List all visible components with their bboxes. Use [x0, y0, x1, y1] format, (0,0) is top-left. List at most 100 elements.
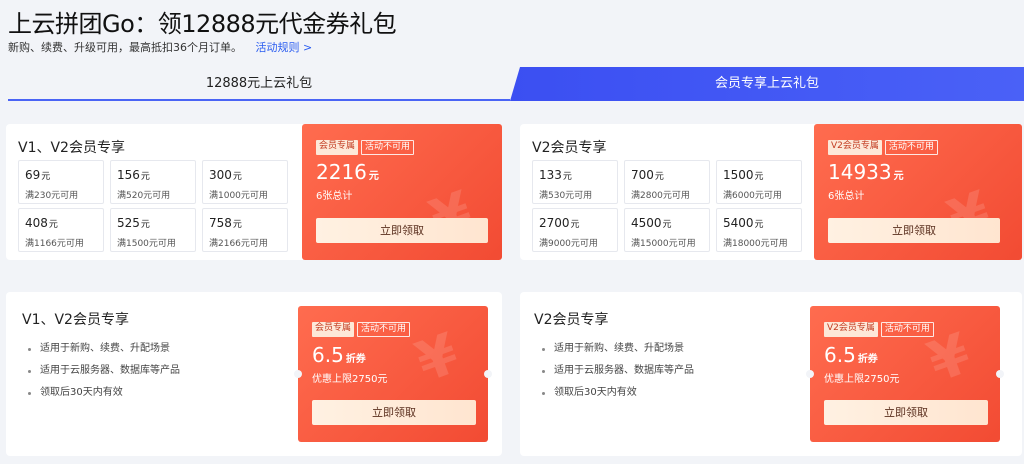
- coupon-unit: 元: [754, 220, 764, 230]
- card-heading: V1、V2会员专享: [18, 140, 125, 156]
- benefit-item: 适用于云服务器、数据库等产品: [540, 360, 694, 382]
- subtitle-text: 新购、续费、升级可用，最高抵扣36个月订单。: [8, 41, 242, 54]
- coupon-amount: 156: [117, 168, 140, 182]
- coupon-grid: 69元 满230元可用 156元 满520元可用 300元 满1000元可用 408元…: [18, 160, 288, 252]
- claim-button[interactable]: 立即领取: [824, 400, 988, 425]
- member-exclusive-tag: 会员专属: [312, 322, 355, 337]
- coupon-amount: 5400: [723, 216, 754, 230]
- coupon-condition: 满1000元可用: [209, 191, 268, 201]
- discount-card-v1v2: V1、V2会员专享 适用于新购、续费、升配场景 适用于云服务器、数据库等产品 领…: [6, 292, 502, 456]
- benefit-item: 适用于新购、续费、升配场景: [26, 338, 180, 360]
- coupon-amount: 758: [209, 216, 232, 230]
- promo-tags: V2会员专属 活动不可用: [824, 322, 934, 337]
- promo-panel: ¥ V2会员专属 活动不可用 14933 元 6张总计 立即领取: [814, 124, 1022, 260]
- coupon-item[interactable]: 5400元满18000元可用: [716, 208, 802, 252]
- claim-button[interactable]: 立即领取: [312, 400, 476, 425]
- promo-note: 优惠上限2750元: [312, 374, 388, 385]
- coupon-unit: 元: [562, 172, 572, 182]
- coupon-unit: 元: [140, 172, 150, 182]
- promo-tags: V2会员专属 活动不可用: [828, 140, 938, 155]
- coupon-item[interactable]: 408元满1166元可用: [18, 208, 104, 252]
- benefit-list: 适用于新购、续费、升配场景 适用于云服务器、数据库等产品 领取后30天内有效: [26, 338, 180, 404]
- coupon-condition: 满18000元可用: [723, 239, 788, 249]
- coupon-item[interactable]: 69元满230元可用: [18, 160, 104, 204]
- coupon-unit: 元: [754, 172, 764, 182]
- card-heading: V2会员专享: [534, 312, 609, 328]
- benefit-item: 适用于云服务器、数据库等产品: [26, 360, 180, 382]
- promo-panel: ¥ 会员专属 活动不可用 6.5 折券 优惠上限2750元 立即领取: [298, 306, 488, 442]
- benefit-item: 领取后30天内有效: [540, 382, 694, 404]
- tab-12888-gift-pack[interactable]: 12888元上云礼包: [8, 67, 510, 101]
- tab-member-gift-pack[interactable]: 会员专享上云礼包: [510, 67, 1024, 101]
- coupon-unit: 元: [232, 172, 242, 182]
- coupon-item[interactable]: 156元满520元可用: [110, 160, 196, 204]
- coupon-condition: 满6000元可用: [723, 191, 782, 201]
- promo-total: 2216 元: [316, 160, 379, 184]
- benefit-list: 适用于新购、续费、升配场景 适用于云服务器、数据库等产品 领取后30天内有效: [540, 338, 694, 404]
- coupon-item[interactable]: 1500元满6000元可用: [716, 160, 802, 204]
- page-title: 上云拼团Go：领12888元代金券礼包: [8, 10, 397, 38]
- card-heading: V1、V2会员专享: [22, 312, 129, 328]
- activity-unavailable-tag: 活动不可用: [884, 140, 938, 155]
- coupon-amount: 525: [117, 216, 140, 230]
- coupon-amount: 408: [25, 216, 48, 230]
- benefit-item: 适用于新购、续费、升配场景: [540, 338, 694, 360]
- coupon-condition: 满230元可用: [25, 191, 79, 201]
- promo-discount-value: 6.5: [312, 343, 344, 367]
- member-exclusive-tag: 会员专属: [316, 140, 359, 155]
- yen-watermark-icon: ¥: [408, 321, 467, 396]
- coupon-item[interactable]: 4500元 满15000元可用: [624, 208, 710, 252]
- benefit-item: 领取后30天内有效: [26, 382, 180, 404]
- coupon-unit: 元: [48, 220, 58, 230]
- coupon-unit: 元: [41, 172, 51, 182]
- coupon-amount: 69: [25, 168, 41, 182]
- promo-discount-value: 6.5: [824, 343, 856, 367]
- promo-total-unit: 元: [893, 171, 904, 182]
- promo-note: 6张总计: [828, 191, 865, 202]
- coupon-condition: 满530元可用: [539, 191, 593, 201]
- promo-note: 优惠上限2750元: [824, 374, 900, 385]
- tab-bar: 12888元上云礼包 会员专享上云礼包: [8, 67, 1024, 101]
- promo-panel: ¥ V2会员专属 活动不可用 6.5 折券 优惠上限2750元 立即领取: [810, 306, 1000, 442]
- coupon-item[interactable]: 133元满530元可用: [532, 160, 618, 204]
- coupon-item[interactable]: 758元 满2166元可用: [202, 208, 288, 252]
- coupon-condition: 满1500元可用: [117, 239, 176, 249]
- promo-discount: 6.5 折券: [312, 343, 366, 367]
- activity-rules-link[interactable]: 活动规则 >: [256, 41, 313, 54]
- claim-button[interactable]: 立即领取: [828, 218, 1000, 243]
- coupon-grid: 133元 满530元可用 700元 满2800元可用 1500元 满6000元可用 2…: [532, 160, 802, 252]
- coupon-unit: 元: [662, 220, 672, 230]
- coupon-unit: 元: [140, 220, 150, 230]
- coupon-condition: 满1166元可用: [25, 239, 84, 249]
- claim-button[interactable]: 立即领取: [316, 218, 488, 243]
- voucher-card-v1v2: V1、V2会员专享 69元 满230元可用 156元 满520元可用 300元 满10…: [6, 124, 502, 260]
- coupon-item[interactable]: 525元满1500元可用: [110, 208, 196, 252]
- coupon-unit: 元: [654, 172, 664, 182]
- promo-note: 6张总计: [316, 191, 353, 202]
- ticket-notch: [806, 370, 814, 378]
- coupon-condition: 满2166元可用: [209, 239, 268, 249]
- coupon-condition: 满2800元可用: [631, 191, 690, 201]
- discount-card-v2: V2会员专享 适用于新购、续费、升配场景 适用于云服务器、数据库等产品 领取后3…: [520, 292, 1022, 456]
- coupon-item[interactable]: 700元满2800元可用: [624, 160, 710, 204]
- coupon-amount: 2700: [539, 216, 570, 230]
- member-exclusive-tag: V2会员专属: [828, 140, 882, 155]
- coupon-item[interactable]: 2700元 满9000元可用: [532, 208, 618, 252]
- coupon-amount: 1500: [723, 168, 754, 182]
- page-subtitle: 新购、续费、升级可用，最高抵扣36个月订单。 活动规则 >: [8, 39, 312, 55]
- coupon-amount: 700: [631, 168, 654, 182]
- ticket-notch: [294, 370, 302, 378]
- activity-unavailable-tag: 活动不可用: [357, 322, 411, 337]
- coupon-item[interactable]: 300元 满1000元可用: [202, 160, 288, 204]
- promo-total-unit: 元: [368, 171, 379, 182]
- coupon-condition: 满520元可用: [117, 191, 171, 201]
- activity-unavailable-tag: 活动不可用: [880, 322, 934, 337]
- tab-underline: [8, 99, 510, 101]
- coupon-amount: 133: [539, 168, 562, 182]
- promo-discount-unit: 折券: [345, 354, 366, 365]
- promo-discount: 6.5 折券: [824, 343, 878, 367]
- promo-total: 14933 元: [828, 160, 904, 184]
- coupon-amount: 4500: [631, 216, 662, 230]
- promo-discount-unit: 折券: [857, 354, 878, 365]
- promo-total-value: 14933: [828, 160, 892, 184]
